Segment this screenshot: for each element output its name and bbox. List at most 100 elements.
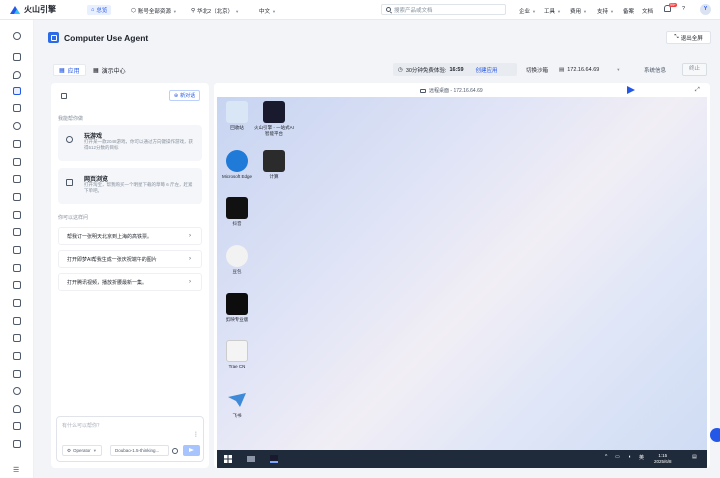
menu-support[interactable]: 支持 ▼	[597, 7, 614, 16]
security-icon[interactable]	[13, 317, 21, 325]
sandbox-select[interactable]: ▤ 172.16.64.69 ▼	[559, 63, 633, 76]
agent-select[interactable]: ⚙ Operator ▼	[62, 445, 102, 456]
image-icon[interactable]	[13, 264, 21, 272]
menu-docs[interactable]: 文档	[642, 7, 653, 15]
package-icon[interactable]	[13, 299, 21, 307]
apps-grid-icon[interactable]	[13, 158, 21, 166]
shield-icon[interactable]	[13, 71, 21, 79]
capability-card-game[interactable]: 玩游戏 打开某一款2048游戏，你可以通过方向键操作游戏，获得512分数的目标	[58, 125, 202, 161]
volume-icon[interactable]: ◖	[628, 454, 631, 460]
create-app-link[interactable]: 创建应用	[476, 66, 498, 74]
windows-start-icon[interactable]	[224, 455, 232, 463]
suggested-question[interactable]: 打开腾讯视频，播放折腰最新一集。 ›	[58, 273, 202, 291]
compute-icon[interactable]	[13, 104, 21, 112]
notification-center-icon[interactable]: ▤	[692, 454, 697, 460]
network-icon[interactable]	[13, 281, 21, 289]
send-button[interactable]	[183, 445, 200, 456]
recycle-bin-icon	[226, 101, 248, 123]
monitor-icon[interactable]	[13, 334, 21, 342]
tray-expand-icon[interactable]: ^	[605, 454, 607, 460]
chevron-down-icon: ▼	[610, 8, 614, 14]
edge-icon	[226, 150, 248, 172]
network-icon[interactable]: ▭	[615, 454, 620, 460]
desktop-icon-recycle-bin[interactable]: 回收站	[217, 101, 257, 131]
file-explorer-icon[interactable]	[247, 456, 255, 462]
global-search-input[interactable]: 搜索产品或文档	[381, 4, 506, 15]
user-avatar[interactable]: Y	[700, 4, 711, 15]
region-select[interactable]: ⚲ 华北2（北京） ▼	[191, 7, 239, 15]
brand-logo[interactable]: 火山引擎	[10, 4, 65, 15]
taskbar-clock[interactable]: 1:15 2025/6/8	[654, 453, 672, 464]
menu-billing[interactable]: 费用 ▼	[570, 7, 587, 16]
doubao-icon	[226, 245, 248, 267]
storage-icon[interactable]	[13, 140, 21, 148]
microphone-icon[interactable]	[13, 122, 21, 130]
play-icon[interactable]	[627, 86, 635, 94]
switch-sandbox-label: 切换沙箱	[526, 68, 549, 74]
tab-demo-center[interactable]: ▦ 演示中心	[88, 64, 131, 76]
browser-icon	[66, 179, 73, 186]
menu-tools[interactable]: 工具 ▼	[544, 7, 561, 16]
suggested-question[interactable]: 帮我订一张明天北京到上海的高铁票。 ›	[58, 227, 202, 245]
desktop-icon-edge[interactable]: Microsoft Edge	[217, 150, 257, 180]
desktop-canvas[interactable]: 回收站 火山引擎 - 一站式AI智能平台 Microsoft Edge 计算 抖…	[217, 97, 707, 450]
exit-fullscreen-button[interactable]: ⤡ 退出全屏	[666, 31, 711, 44]
collapse-icon: ⤡	[674, 34, 679, 40]
document-icon[interactable]	[13, 175, 21, 183]
server-icon[interactable]	[13, 352, 21, 360]
suggested-question[interactable]: 打开即梦AI帮我生成一张庆祝端午的图片 ›	[58, 250, 202, 268]
account-scope-select[interactable]: ⬡ 账号全部资源 ▼	[131, 7, 177, 15]
notification-badge: 99+	[669, 3, 677, 7]
menu-enterprise[interactable]: 企业 ▼	[519, 7, 536, 16]
headset-icon[interactable]	[13, 405, 21, 413]
server-icon: ▤	[559, 66, 565, 73]
chevron-down-icon: ▼	[235, 8, 240, 14]
page-title: Computer Use Agent	[64, 33, 149, 43]
desktop-icon-trae[interactable]: Trae CN	[217, 340, 257, 370]
chat-input[interactable]: 有什么可以帮你？ ⋮ ⚙ Operator ▼ Doubao-1.5-think…	[56, 416, 204, 462]
desktop-icon-doubao[interactable]: 豆包	[217, 245, 257, 275]
chat-icon[interactable]	[13, 193, 21, 201]
brand-mark-icon[interactable]	[13, 32, 21, 40]
volcengine-taskbar-icon[interactable]	[270, 455, 278, 463]
remote-desktop-header: 远程桌面 - 172.16.64.69 ⤢	[214, 83, 710, 97]
dashboard-icon[interactable]	[13, 53, 21, 61]
video-icon[interactable]	[13, 228, 21, 236]
shield-check-icon[interactable]	[13, 387, 21, 395]
desktop-icon-capcut[interactable]: 剪映专业版	[217, 293, 257, 323]
agent-icon[interactable]	[13, 87, 21, 95]
chevron-down-icon: ▼	[583, 8, 587, 14]
language-select[interactable]: 中文 ▼	[259, 7, 276, 16]
top-nav-bar: 火山引擎 ⌂ 总览 ⬡ 账号全部资源 ▼ ⚲ 华北2（北京） ▼ 中文 ▼ 搜索…	[0, 0, 720, 20]
desktop-icon-calculator[interactable]: 计算	[254, 150, 294, 180]
floating-assistant-button[interactable]	[710, 428, 720, 442]
new-chat-button[interactable]: ⊕ 新对话	[169, 90, 200, 101]
desktop-icon-volcengine[interactable]: 火山引擎 - 一站式AI智能平台	[254, 101, 294, 136]
sidebar-toggle-icon[interactable]	[61, 93, 67, 99]
menu-icon[interactable]: ☰	[13, 466, 21, 474]
tab-apps[interactable]: ▦ 应用	[53, 64, 86, 76]
expand-icon[interactable]: ⤢	[695, 87, 700, 94]
help-button[interactable]: ?	[682, 6, 685, 12]
menu-filing[interactable]: 备案	[623, 7, 634, 15]
location-pin-icon	[66, 136, 73, 143]
file-icon[interactable]	[13, 370, 21, 378]
chevron-down-icon: ▼	[532, 8, 536, 14]
desktop-icon-douyin[interactable]: 抖音	[217, 197, 257, 227]
table-icon[interactable]	[13, 422, 21, 430]
stop-button[interactable]: 终止	[682, 63, 707, 76]
settings-grid-icon[interactable]	[13, 440, 21, 448]
chevron-right-icon: ›	[189, 256, 191, 262]
model-select[interactable]: Doubao-1.5-thinking...	[110, 445, 169, 456]
input-language[interactable]: 英	[639, 454, 644, 461]
system-info-link[interactable]: 系统信息	[644, 66, 666, 74]
apps-icon: ▦	[59, 67, 65, 74]
home-button[interactable]: ⌂ 总览	[87, 5, 112, 15]
more-icon[interactable]: ⋮	[193, 431, 199, 438]
desktop-icon-feishu[interactable]: 飞书	[217, 389, 257, 419]
capability-card-browse[interactable]: 网页浏览 打开淘宝，帮我购买一个明星下载的草莓 6 斤左，赶紧下单吧。	[58, 168, 202, 204]
settings-icon[interactable]	[172, 448, 178, 454]
message-icon[interactable]	[13, 211, 21, 219]
monitor-icon	[420, 88, 426, 93]
database-icon[interactable]	[13, 246, 21, 254]
